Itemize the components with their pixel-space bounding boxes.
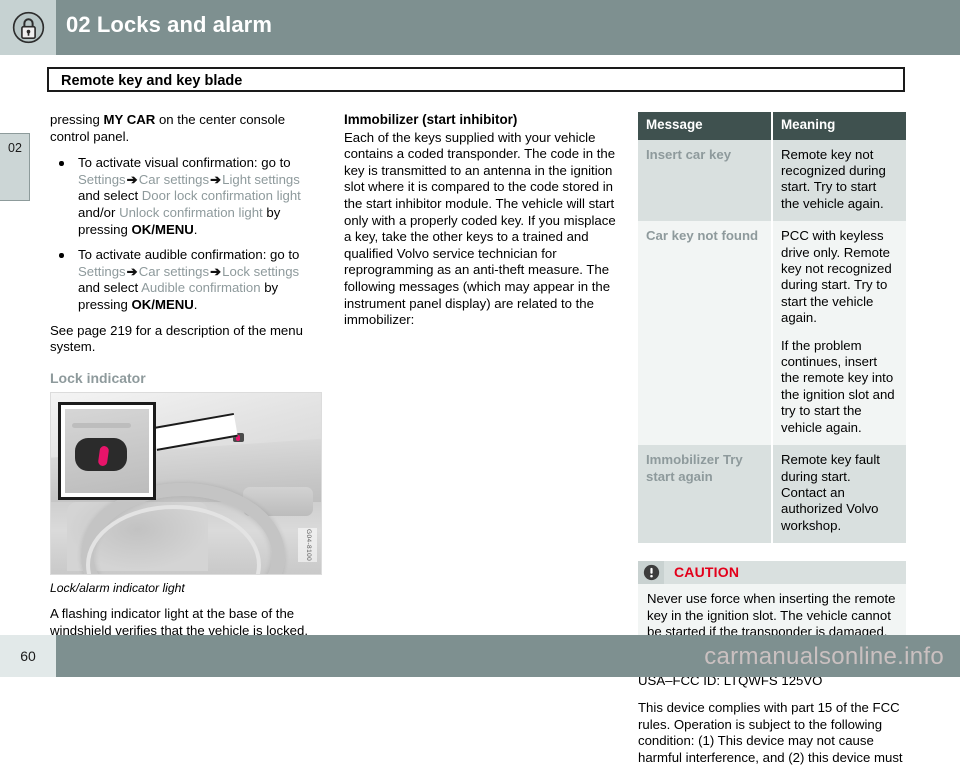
figure-image-code: G04-8100	[298, 528, 317, 563]
list-item: To activate audible confirmation: go to …	[50, 247, 322, 313]
page-header: 02 Locks and alarm	[0, 0, 960, 55]
table-row: Immobilizer Try start again Remote key f…	[638, 445, 906, 544]
chapter-tab-number: 02	[8, 141, 22, 155]
chapter-tab[interactable]: 02	[0, 133, 30, 201]
page-footer: 60 carmanualsonline.info	[0, 635, 960, 677]
lock-indicator-figure: G04-8100	[50, 392, 322, 576]
menu-option-unlock: Unlock confirmation light	[119, 204, 263, 220]
menu-path-car-settings: Car settings	[138, 171, 210, 187]
menu-arrow-icon: ➔	[126, 171, 138, 187]
bullet-mid2: and/or	[78, 204, 120, 220]
meaning-paragraph: Remote key not recognized during start. …	[781, 146, 886, 211]
cell-meaning: PCC with keyless drive only. Remote key …	[772, 221, 906, 446]
table-row: Car key not found PCC with keyless drive…	[638, 221, 906, 446]
caution-icon-container	[638, 561, 664, 585]
left-column: pressing MY CAR on the center console co…	[50, 112, 322, 649]
chapter-icon-container	[0, 0, 56, 55]
menu-path-lock-settings: Lock settings	[222, 263, 300, 279]
immobilizer-body: Each of the keys supplied with your vehi…	[344, 129, 616, 328]
ok-menu-key: OK/MENU	[131, 296, 194, 312]
see-page-reference: See page 219 for a description of the me…	[50, 322, 303, 355]
caution-title: CAUTION	[674, 564, 740, 581]
figure-callout-box	[58, 402, 156, 501]
meaning-paragraph: PCC with keyless drive only. Remote key …	[781, 228, 892, 326]
meaning-paragraph: Remote key fault during start. Contact a…	[781, 452, 880, 533]
menu-path-settings: Settings	[78, 263, 126, 279]
bullet-lead: To activate visual confirmation: go to	[78, 155, 291, 171]
exclamation-circle-icon	[643, 564, 659, 581]
intro-paragraph: pressing MY CAR on the center console co…	[50, 112, 322, 145]
bullet-tail: .	[193, 221, 198, 237]
section-title: Remote key and key blade	[61, 73, 243, 89]
chapter-title: 02 Locks and alarm	[66, 12, 273, 37]
list-item: To activate visual confirmation: go to S…	[50, 155, 322, 238]
my-car-bold: MY CAR	[103, 112, 156, 127]
cell-message: Car key not found	[638, 221, 773, 446]
menu-option-audible: Audible confirmation	[141, 280, 261, 296]
page-number: 60	[20, 648, 36, 664]
fcc-compliance-text: This device complies with part 15 of the…	[638, 699, 903, 765]
menu-arrow-icon: ➔	[210, 171, 222, 187]
menu-path-settings: Settings	[78, 171, 126, 187]
figure-caption: Lock/alarm indicator light	[50, 581, 185, 596]
menu-option-door-lock: Door lock confirmation light	[141, 188, 301, 204]
bullet-lead: To activate audible confirmation: go to	[78, 247, 300, 263]
meaning-paragraph: If the problem continues, insert the rem…	[781, 337, 895, 435]
bullet-mid1: and select	[78, 280, 142, 296]
padlock-icon	[12, 11, 44, 44]
immobilizer-heading: Immobilizer (start inhibitor)	[344, 112, 518, 127]
caution-header: CAUTION	[638, 561, 906, 585]
figure-callout-detail	[65, 409, 149, 494]
bullet-tail: .	[193, 296, 198, 312]
menu-arrow-icon: ➔	[126, 263, 138, 279]
cell-message: Insert car key	[638, 139, 773, 222]
intro-lead: pressing	[50, 112, 104, 127]
confirmation-bullet-list: To activate visual confirmation: go to S…	[50, 155, 322, 313]
column-header-message: Message	[638, 112, 773, 140]
table-header-row: Message Meaning	[638, 112, 906, 140]
middle-column: Immobilizer (start inhibitor) Each of th…	[344, 112, 616, 339]
column-header-meaning: Meaning	[772, 112, 906, 140]
menu-path-car-settings: Car settings	[138, 263, 210, 279]
cell-meaning: Remote key fault during start. Contact a…	[772, 445, 906, 544]
menu-arrow-icon: ➔	[210, 263, 222, 279]
ok-menu-key: OK/MENU	[131, 221, 194, 237]
site-watermark: carmanualsonline.info	[704, 643, 944, 670]
lock-indicator-subheading: Lock indicator	[50, 369, 146, 386]
page-number-container: 60	[0, 635, 56, 677]
menu-path-light-settings: Light settings	[222, 171, 300, 187]
bullet-mid1: and select	[78, 188, 142, 204]
figure-callout-trim	[71, 422, 131, 428]
cell-message: Immobilizer Try start again	[638, 445, 773, 544]
section-title-box: Remote key and key blade	[47, 67, 905, 92]
message-meaning-table: Message Meaning Insert car key Remote ke…	[638, 112, 906, 544]
table-row: Insert car key Remote key not recognized…	[638, 139, 906, 222]
cell-meaning: Remote key not recognized during start. …	[772, 139, 906, 222]
